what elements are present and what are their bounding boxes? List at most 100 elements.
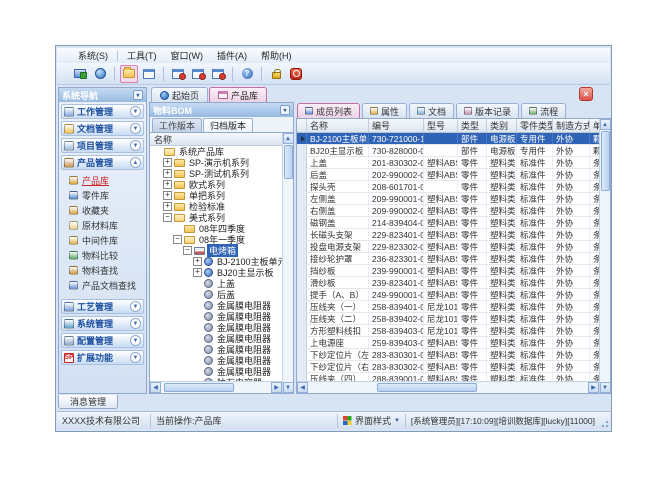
table-row[interactable]: 左侧盖209-990001-01I塑料ABS零件塑料类标准件外协条 <box>297 193 599 205</box>
table-row[interactable]: 压线夹（一）258-839401-00I尼龙1010零件塑料类标准件外协条 <box>297 301 599 313</box>
message-panel-tab[interactable]: 消息管理 <box>58 395 118 409</box>
sidebar-item[interactable]: 物料比较 <box>59 248 146 263</box>
collapse-icon[interactable]: − <box>163 213 172 222</box>
scroll-right-icon[interactable]: ▶ <box>588 382 599 393</box>
toolbar-button[interactable] <box>71 65 89 83</box>
column-header[interactable]: 单位 <box>590 119 599 132</box>
scroll-down-icon[interactable]: ▼ <box>600 382 611 393</box>
grid-vertical-scrollbar[interactable]: ▲ ▼ <box>599 119 610 393</box>
document-tab-active[interactable]: 产品库 <box>209 87 267 102</box>
expand-icon[interactable]: + <box>163 180 172 189</box>
grid-tab-inactive[interactable]: 版本记录 <box>456 103 519 118</box>
sidebar-item[interactable]: 收藏夹 <box>59 203 146 218</box>
toolbar-button[interactable] <box>120 65 138 83</box>
table-row[interactable]: 方形塑料线扣258-839403-00I尼龙1010零件塑料类标准件外协条 <box>297 325 599 337</box>
table-row[interactable]: 压线夹（四）288-839001-00I塑料ABS零件塑料类标准件外协条 <box>297 373 599 381</box>
sidebar-item[interactable]: 中间件库 <box>59 233 146 248</box>
document-tab-inactive[interactable]: 起始页 <box>151 87 208 102</box>
tree-tab-inactive[interactable]: 工作版本 <box>152 118 202 132</box>
sidebar-group-collapsed[interactable]: 工作管理▼ <box>61 104 144 119</box>
table-row[interactable]: 磁钢盖214-839404-01I塑料ABS零件塑料类标准件外协条 <box>297 217 599 229</box>
toolbar-button[interactable] <box>287 65 305 83</box>
table-row[interactable]: 长磁头支架229-823401-00I塑料ABS零件塑料类标准件外协条 <box>297 229 599 241</box>
table-row[interactable]: 压线夹（二）258-839402-00I尼龙1010零件塑料类标准件外协条 <box>297 313 599 325</box>
grid-hscroll-thumb[interactable] <box>377 383 477 392</box>
column-header[interactable]: 零件类型 <box>517 119 553 132</box>
column-header[interactable]: 名称 <box>307 119 369 132</box>
grid-tab-inactive[interactable]: 流程 <box>521 103 566 118</box>
scroll-left-icon[interactable]: ◀ <box>150 382 161 393</box>
collapse-icon[interactable]: − <box>183 246 192 255</box>
close-icon[interactable]: × <box>579 87 593 101</box>
table-row[interactable]: 下纱定位片（右）283-830302-00I塑料ABS零件塑料类标准件外协条 <box>297 361 599 373</box>
sidebar-group-collapsed[interactable]: 工艺管理▼ <box>61 299 144 314</box>
sidebar-group-collapsed[interactable]: 项目管理▼ <box>61 138 144 153</box>
chevron-down-icon[interactable]: ▼ <box>130 318 141 329</box>
menu-item[interactable]: 工具(T) <box>120 48 164 63</box>
tree-vscroll-thumb[interactable] <box>284 145 293 179</box>
sidebar-item[interactable]: 原材料库 <box>59 218 146 233</box>
grid-tab-active[interactable]: 成员列表 <box>297 103 360 118</box>
table-row[interactable]: 提手（A、B）249-990001-01I塑料ABS零件塑料类标准件外协条 <box>297 289 599 301</box>
chevron-down-icon[interactable]: ▼ <box>130 301 141 312</box>
scroll-up-icon[interactable]: ▲ <box>283 133 294 144</box>
toolbar-button[interactable] <box>267 65 285 83</box>
expand-icon[interactable]: + <box>163 191 172 200</box>
menu-item[interactable]: 系统(S) <box>71 48 115 63</box>
menu-item[interactable]: 插件(A) <box>210 48 254 63</box>
sidebar-item[interactable]: 物料查找 <box>59 263 146 278</box>
sidebar-group-expanded[interactable]: 产品管理▲ <box>61 155 144 170</box>
grid-vscroll-thumb[interactable] <box>601 131 610 191</box>
column-header[interactable]: 编号 <box>369 119 424 132</box>
grid-tab-inactive[interactable]: 文档 <box>409 103 454 118</box>
sidebar-group-collapsed[interactable]: 系统管理▼ <box>61 316 144 331</box>
chevron-down-icon[interactable]: ▼ <box>130 123 141 134</box>
toolbar-button[interactable] <box>140 65 158 83</box>
scroll-up-icon[interactable]: ▲ <box>600 119 611 130</box>
expand-icon[interactable]: + <box>163 202 172 211</box>
table-row[interactable]: 接纱轮护罩236-823301-00I塑料ABS零件塑料类标准件外协条 <box>297 253 599 265</box>
menu-item[interactable]: 窗口(W) <box>164 48 211 63</box>
scroll-right-icon[interactable]: ▶ <box>271 382 282 393</box>
sidebar-item[interactable]: 产品文档查找 <box>59 278 146 293</box>
tree-column-header[interactable]: 名称 <box>150 133 282 146</box>
tree-hscroll-thumb[interactable] <box>164 383 234 392</box>
toolbar-button[interactable] <box>189 65 207 83</box>
expand-icon[interactable]: + <box>163 158 172 167</box>
toolbar-button[interactable] <box>91 65 109 83</box>
tree-vertical-scrollbar[interactable]: ▲ ▼ <box>282 133 293 393</box>
pin-icon[interactable]: ▾ <box>280 105 290 115</box>
column-header[interactable]: 制造方式 <box>553 119 590 132</box>
table-row[interactable]: 滑纱板239-823401-00I塑料ABS零件塑料类标准件外协条 <box>297 277 599 289</box>
table-row[interactable]: 投盘电源支架229-823302-00I塑料ABS零件塑料类标准件外协条 <box>297 241 599 253</box>
column-header[interactable]: 类别 <box>487 119 517 132</box>
grid-tab-inactive[interactable]: 属性 <box>362 103 407 118</box>
chevron-down-icon[interactable]: ▼ <box>130 106 141 117</box>
table-row[interactable]: 后盖202-990002-01I塑料ABS零件塑料类标准件外协条 <box>297 169 599 181</box>
expand-icon[interactable]: + <box>193 268 202 277</box>
tree-tab-active[interactable]: 归档版本 <box>203 118 253 132</box>
toolbar-button[interactable] <box>209 65 227 83</box>
table-row[interactable]: BJ-2100主板单元730-721000-12I部件电源板专用件外协颗 <box>297 133 599 145</box>
table-row[interactable]: 右侧盖209-990002-01I塑料ABS零件塑料类标准件外协条 <box>297 205 599 217</box>
sidebar-item[interactable]: 零件库 <box>59 188 146 203</box>
scroll-down-icon[interactable]: ▼ <box>283 382 294 393</box>
ui-style-dropdown[interactable]: 界面样式 ▼ <box>338 414 406 428</box>
collapse-icon[interactable]: − <box>173 235 182 244</box>
table-row[interactable]: 上盖201-830302-00I塑料ABS零件塑料类标准件外协条 <box>297 157 599 169</box>
tree-horizontal-scrollbar[interactable]: ◀ ▶ <box>150 381 282 393</box>
toolbar-button[interactable] <box>169 65 187 83</box>
table-row[interactable]: BJ20主显示板730-828000-04I部件电源板专用件外协颗 <box>297 145 599 157</box>
table-row[interactable]: 挡纱板239-990001-01I塑料ABS零件塑料类标准件外协条 <box>297 265 599 277</box>
sidebar-group-collapsed[interactable]: 文档管理▼ <box>61 121 144 136</box>
resize-grip[interactable] <box>600 415 610 429</box>
chevron-up-icon[interactable]: ▲ <box>130 157 141 168</box>
chevron-down-icon[interactable]: ▼ <box>130 140 141 151</box>
table-row[interactable]: 探头壳208-601701-01I零件塑料类标准件外协条 <box>297 181 599 193</box>
expand-icon[interactable]: + <box>193 257 202 266</box>
sidebar-item[interactable]: 产品库 <box>59 173 146 188</box>
chevron-down-icon[interactable]: ▾ <box>133 90 143 100</box>
grid-horizontal-scrollbar[interactable]: ◀ ▶ <box>297 381 599 393</box>
sidebar-group-collapsed[interactable]: SP扩展功能▼ <box>61 350 144 365</box>
table-row[interactable]: 上电源座259-839403-00I塑料ABS零件塑料类标准件外协条 <box>297 337 599 349</box>
